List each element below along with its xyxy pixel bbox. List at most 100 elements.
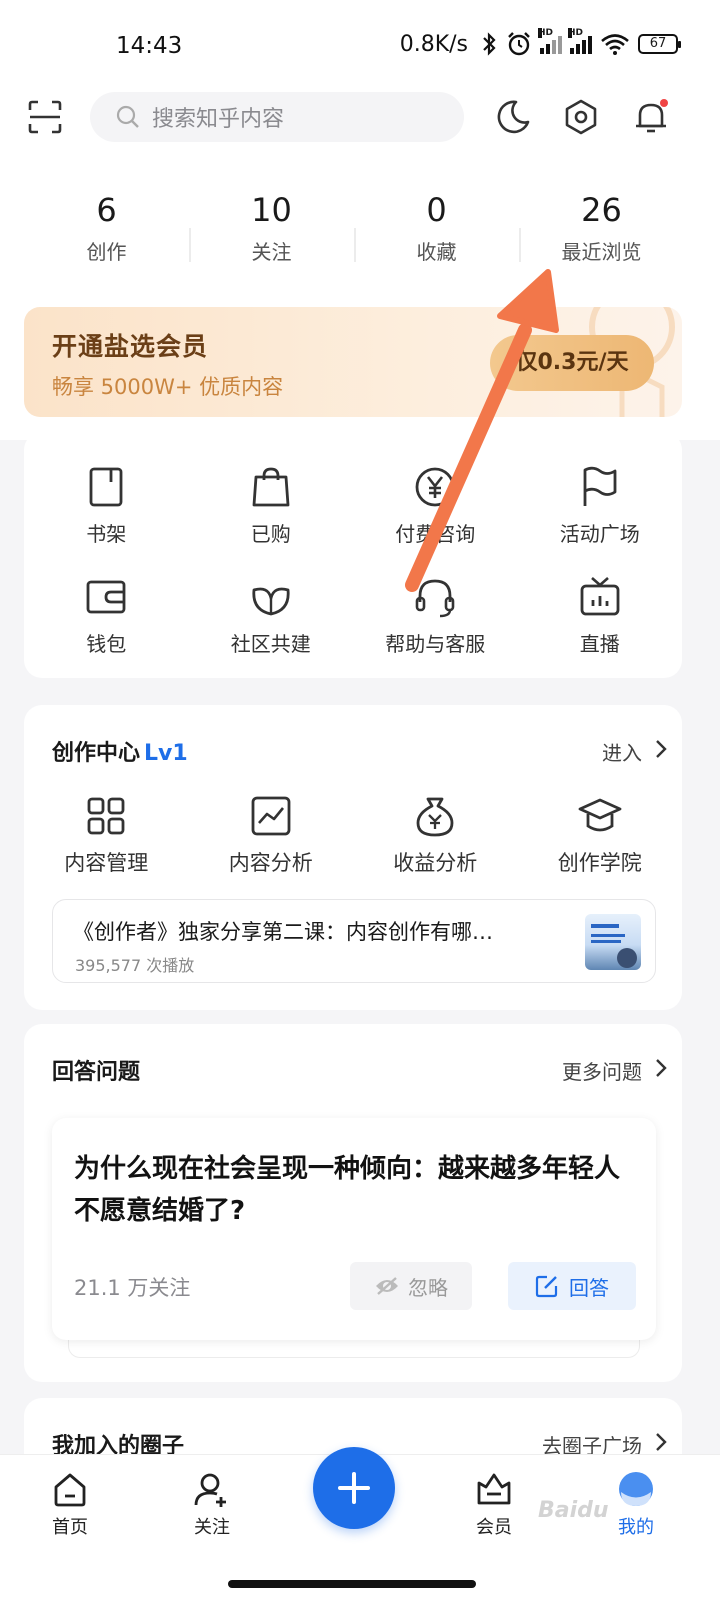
- tv-icon: [580, 577, 620, 616]
- tool-help-support[interactable]: 帮助与客服: [353, 574, 518, 657]
- home-icon: [54, 1473, 86, 1507]
- search-input[interactable]: 搜索知乎内容: [90, 92, 464, 142]
- chevron-right-icon[interactable]: [654, 738, 668, 760]
- network-speed: 0.8K/s: [399, 31, 468, 57]
- flag-icon: [583, 466, 617, 506]
- profile-stats: 6 创作 10 关注 0 收藏 26 最近浏览: [24, 190, 684, 270]
- follow-icon: [194, 1473, 226, 1507]
- more-questions-link[interactable]: 更多问题: [562, 1056, 642, 1085]
- tool-live[interactable]: 直播: [518, 574, 683, 657]
- video-thumbnail-art: [591, 924, 637, 968]
- tool-label: 活动广场: [559, 522, 640, 546]
- answer-button[interactable]: 回答: [508, 1262, 636, 1310]
- nav-vip[interactable]: 会员: [454, 1469, 534, 1539]
- tool-wallet[interactable]: 钱包: [24, 574, 189, 657]
- creator-level-badge: Lv1: [144, 741, 188, 766]
- vip-banner[interactable]: 开通盐选会员 畅享 5000W+ 优质内容 仅0.3元/天: [24, 307, 682, 417]
- bottom-navigation: 首页 关注 会员 我的: [0, 1447, 720, 1600]
- tool-label: 付费咨询: [395, 522, 476, 546]
- notification-bell-icon[interactable]: [632, 98, 670, 136]
- stat-favorites[interactable]: 0 收藏: [354, 190, 519, 270]
- answer-questions-card: 回答问题 更多问题 为什么现在社会呈现一种倾向：越来越多年轻人不愿意结婚了? 2…: [24, 1024, 682, 1382]
- wifi-icon: [601, 34, 629, 55]
- video-title: 《创作者》独家分享第二课：内容创作有哪…: [73, 920, 493, 944]
- stat-label: 创作: [86, 240, 127, 264]
- chart-icon: [251, 796, 291, 836]
- battery-icon: 67: [638, 34, 681, 54]
- status-time: 14:43: [116, 33, 183, 59]
- status-icons: 0.8K/s HD HD 67: [399, 28, 681, 57]
- shopping-bag-icon: [252, 467, 290, 507]
- tool-label: 直播: [579, 632, 620, 656]
- tool-paid-consult[interactable]: 付费咨询: [353, 464, 518, 547]
- tool-activity-square[interactable]: 活动广场: [518, 464, 683, 547]
- creation-label: 内容管理: [64, 851, 149, 875]
- vip-price-button[interactable]: 仅0.3元/天: [490, 335, 654, 391]
- creation-center-title: 创作中心 Lv1: [52, 735, 188, 767]
- grid-icon: [87, 797, 125, 835]
- tools-card: 书架 已购 付费咨询 活动广场 钱包 社区共建 帮助与客服 直播: [24, 432, 682, 678]
- watermark: Baidu: [538, 1498, 609, 1523]
- bluetooth-icon: [483, 32, 496, 56]
- tools-row-1: 书架 已购 付费咨询 活动广场: [24, 464, 682, 547]
- question-title[interactable]: 为什么现在社会呈现一种倾向：越来越多年轻人不愿意结婚了?: [74, 1148, 644, 1232]
- question-followers: 21.1 万关注: [74, 1276, 191, 1300]
- graduation-cap-icon: [578, 798, 622, 832]
- creation-income-analysis[interactable]: 收益分析: [353, 793, 518, 877]
- tools-row-2: 钱包 社区共建 帮助与客服 直播: [24, 574, 682, 657]
- scan-icon[interactable]: [28, 100, 62, 134]
- creation-center-enter-link[interactable]: 进入: [602, 737, 642, 766]
- stat-value: 26: [581, 191, 622, 229]
- tool-label: 钱包: [86, 632, 127, 656]
- creation-tools-row: 内容管理 内容分析 收益分析 创作学院: [24, 793, 682, 877]
- chevron-right-icon[interactable]: [654, 1057, 668, 1079]
- night-mode-icon[interactable]: [494, 98, 532, 136]
- headset-icon: [415, 579, 455, 618]
- bookshelf-icon: [89, 467, 123, 507]
- yuan-coin-icon: [415, 467, 455, 507]
- home-indicator[interactable]: [228, 1580, 476, 1588]
- search-placeholder: 搜索知乎内容: [152, 107, 285, 132]
- tool-label: 社区共建: [230, 632, 311, 656]
- create-button[interactable]: [313, 1447, 395, 1529]
- video-thumbnail: [585, 914, 641, 970]
- chevron-right-icon[interactable]: [654, 1431, 668, 1453]
- tool-bookshelf[interactable]: 书架: [24, 464, 189, 547]
- stat-following[interactable]: 10 关注: [189, 190, 354, 270]
- stat-recent-views[interactable]: 26 最近浏览: [519, 190, 684, 270]
- screen: 14:43 0.8K/s HD HD 67 搜索知乎内容 6 创作 10 关注 0 收…: [0, 0, 720, 1600]
- answer-label: 回答: [569, 1275, 609, 1300]
- tool-community[interactable]: 社区共建: [189, 574, 354, 657]
- stat-label: 收藏: [416, 240, 457, 264]
- creation-center-card: 创作中心 Lv1 进入 内容管理 内容分析 收益分析 创作学院 《创作者》独家分享…: [24, 705, 682, 1010]
- stat-value: 0: [426, 191, 447, 229]
- ignore-button[interactable]: 忽略: [350, 1262, 472, 1310]
- status-bar: 14:43 0.8K/s HD HD 67: [0, 0, 720, 96]
- creation-academy[interactable]: 创作学院: [518, 793, 683, 877]
- nav-follow-label: 关注: [194, 1517, 230, 1538]
- leaf-icon: [252, 587, 290, 616]
- creator-video-card[interactable]: 《创作者》独家分享第二课：内容创作有哪… 395,577 次播放: [52, 899, 656, 983]
- creation-label: 内容分析: [228, 851, 313, 875]
- creation-content-management[interactable]: 内容管理: [24, 793, 189, 877]
- tool-purchased[interactable]: 已购: [189, 464, 354, 547]
- question-card[interactable]: 为什么现在社会呈现一种倾向：越来越多年轻人不愿意结婚了? 21.1 万关注 忽略…: [52, 1118, 656, 1340]
- nav-home-label: 首页: [52, 1517, 88, 1538]
- search-icon: [116, 105, 139, 128]
- ignore-label: 忽略: [408, 1275, 448, 1300]
- settings-icon[interactable]: [562, 98, 600, 136]
- edit-icon: [535, 1275, 558, 1298]
- stat-creations[interactable]: 6 创作: [24, 190, 189, 270]
- creation-content-analysis[interactable]: 内容分析: [189, 793, 354, 877]
- stat-value: 10: [251, 191, 292, 229]
- tool-label: 帮助与客服: [385, 632, 486, 656]
- money-bag-icon: [416, 797, 454, 837]
- stat-label: 最近浏览: [561, 240, 642, 264]
- eye-off-icon: [376, 1277, 398, 1295]
- vip-title: 开通盐选会员: [52, 332, 209, 361]
- nav-home[interactable]: 首页: [30, 1469, 110, 1539]
- nav-follow[interactable]: 关注: [172, 1469, 252, 1539]
- hd-badge-2: HD: [568, 28, 584, 38]
- plus-icon: [338, 1472, 370, 1504]
- signal-icon: HD: [538, 28, 562, 54]
